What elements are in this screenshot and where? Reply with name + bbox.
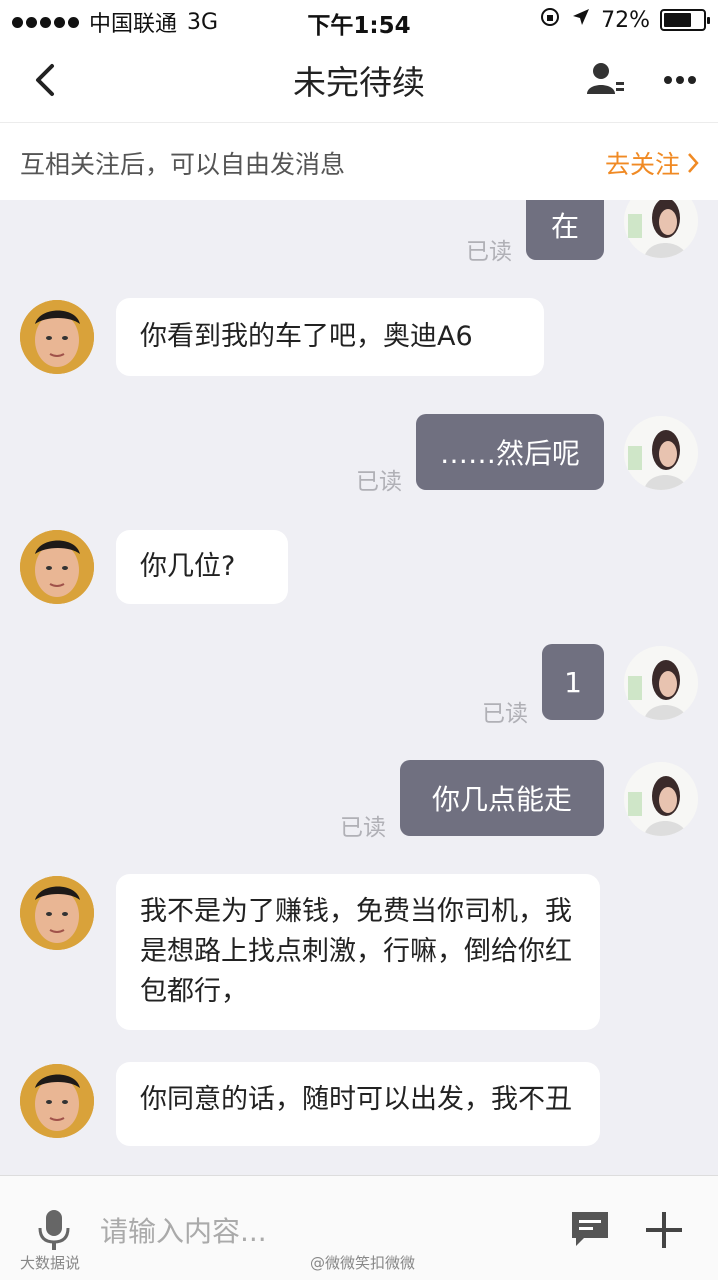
chat-area[interactable]: 在 已读 你看到我的车了吧，奥迪A6 已读 ……然后呢 你几位? 已读 1 已读…	[0, 200, 718, 1175]
location-icon	[571, 7, 591, 33]
watermark: @微微笑扣微微	[310, 1254, 416, 1272]
read-status: 已读	[482, 701, 528, 727]
avatar[interactable]	[624, 200, 698, 258]
follow-hint: 互相关注后，可以自由发消息	[20, 150, 346, 179]
status-right: 72%	[539, 6, 710, 34]
follow-button[interactable]: 去关注	[605, 145, 700, 181]
message-bubble-incoming[interactable]: 你同意的话，随时可以出发，我不丑	[116, 1062, 600, 1146]
message-text: 你看到我的车了吧，奥迪A6	[140, 321, 473, 352]
more-dots-icon[interactable]	[658, 58, 702, 102]
avatar[interactable]	[20, 876, 94, 950]
avatar[interactable]	[20, 300, 94, 374]
follow-button-label: 去关注	[604, 150, 680, 179]
avatar[interactable]	[20, 530, 94, 604]
avatar[interactable]	[624, 416, 698, 490]
avatar[interactable]	[624, 762, 698, 836]
input-placeholder: 请输入内容...	[100, 1215, 267, 1248]
battery-fill	[664, 13, 692, 27]
message-bubble-outgoing[interactable]: 1	[542, 644, 604, 720]
message-text: 你同意的话，随时可以出发，我不丑	[140, 1084, 572, 1115]
read-status: 已读	[356, 469, 402, 495]
watermark: 大数据说	[20, 1254, 81, 1272]
message-text: 你几位?	[140, 551, 236, 582]
message-text: 你几点能走	[431, 783, 572, 816]
message-text: ……然后呢	[440, 437, 581, 470]
avatar[interactable]	[20, 1064, 94, 1138]
nav-bar: 未完待续	[0, 40, 718, 122]
battery-percent: 72%	[601, 7, 650, 33]
person-list-icon[interactable]	[584, 58, 628, 102]
read-status: 已读	[340, 815, 386, 841]
avatar[interactable]	[624, 646, 698, 720]
message-text: 在	[550, 210, 579, 243]
input-bar: 请输入内容... 大数据说 @微微笑扣微微	[0, 1175, 718, 1280]
message-input[interactable]: 请输入内容...	[100, 1208, 500, 1252]
message-text: 1	[564, 665, 582, 699]
message-bubble-outgoing[interactable]: 你几点能走	[400, 760, 604, 836]
status-bar: 中国联通 3G 下午1:54 72%	[0, 0, 718, 40]
message-bubble-outgoing[interactable]: ……然后呢	[416, 414, 604, 490]
message-bubble-outgoing[interactable]: 在	[526, 200, 604, 260]
message-bubble-incoming[interactable]: 你看到我的车了吧，奥迪A6	[116, 298, 544, 376]
read-status: 已读	[466, 239, 512, 265]
chat-bubble-icon[interactable]	[568, 1206, 612, 1250]
message-bubble-incoming[interactable]: 我不是为了赚钱，免费当你司机，我是想路上找点刺激，行嘛，倒给你红包都行，	[116, 874, 600, 1030]
rotation-lock-icon	[539, 6, 561, 34]
plus-icon[interactable]	[640, 1206, 688, 1254]
chevron-right-icon	[688, 153, 699, 173]
message-bubble-incoming[interactable]: 你几位?	[116, 530, 288, 604]
microphone-icon[interactable]	[34, 1208, 74, 1252]
message-text: 我不是为了赚钱，免费当你司机，我是想路上找点刺激，行嘛，倒给你红包都行，	[140, 896, 572, 1007]
follow-notice: 互相关注后，可以自由发消息 去关注	[0, 122, 718, 200]
battery-icon	[660, 9, 710, 31]
